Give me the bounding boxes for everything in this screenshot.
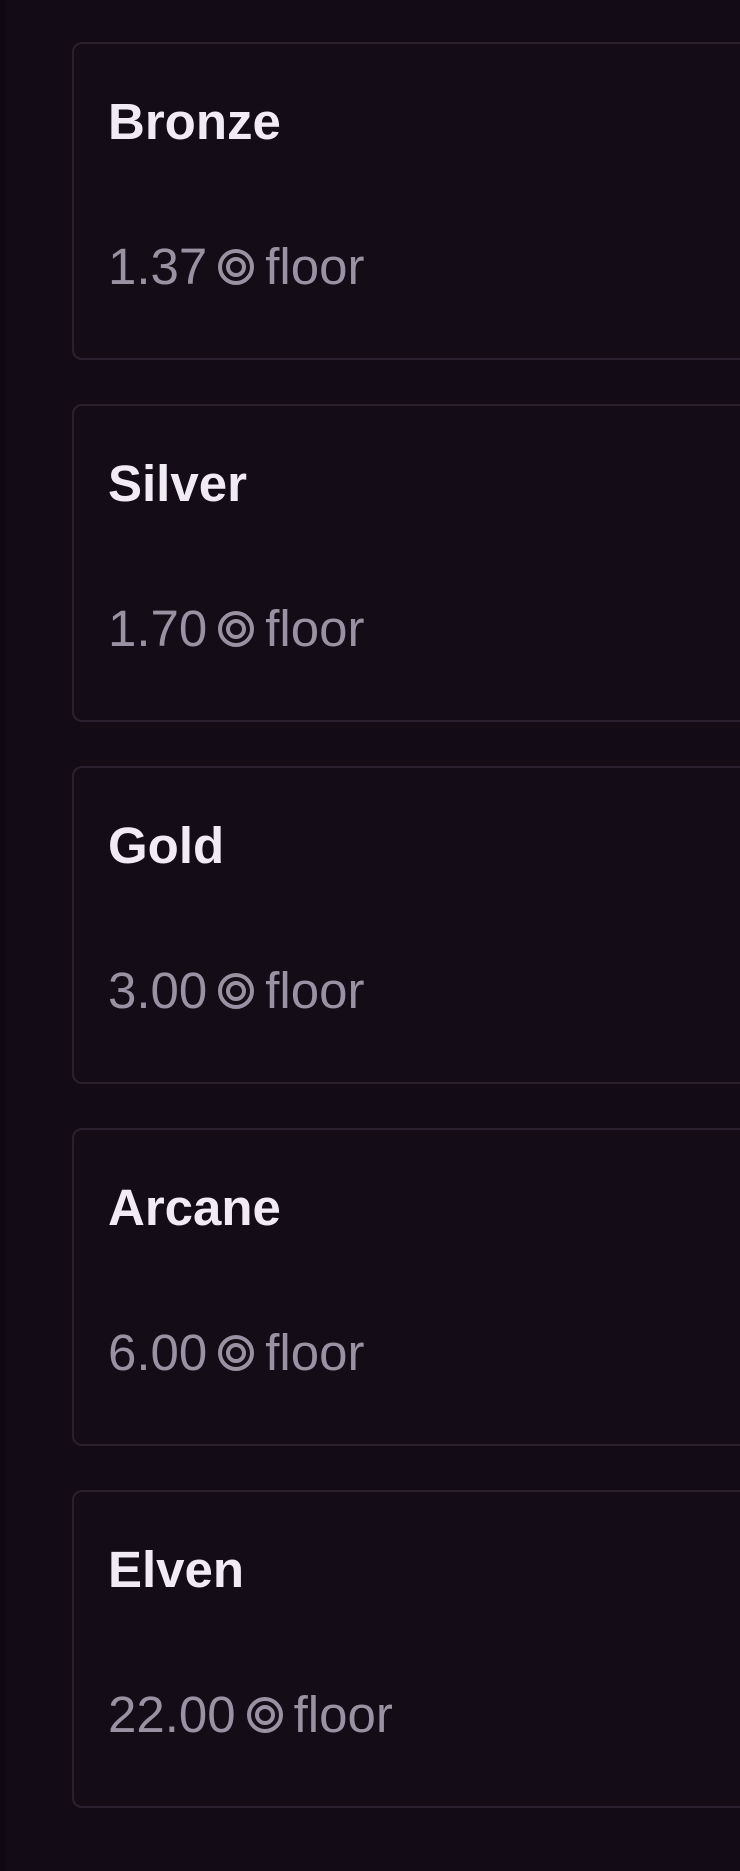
tier-list: Bronze 1.37 floor Silver 1.70 floor Gold 3… xyxy=(72,42,740,1852)
floor-label: floor xyxy=(265,600,365,657)
coin-icon xyxy=(217,1334,255,1372)
floor-value: 1.37 xyxy=(108,238,208,295)
coin-icon xyxy=(217,972,255,1010)
tier-name: Elven xyxy=(108,1541,245,1598)
left-edge-strip xyxy=(0,0,6,1871)
tier-floor-price: 1.70 floor xyxy=(108,599,364,659)
tier-name: Gold xyxy=(108,817,225,874)
tier-card-silver[interactable]: Silver 1.70 floor xyxy=(72,404,740,722)
floor-value: 6.00 xyxy=(108,1324,208,1381)
floor-label: floor xyxy=(265,1324,365,1381)
coin-icon xyxy=(246,1696,284,1734)
floor-value: 1.70 xyxy=(108,600,208,657)
tier-floor-price: 6.00 floor xyxy=(108,1323,364,1383)
floor-value: 3.00 xyxy=(108,962,208,1019)
tier-floor-price: 1.37 floor xyxy=(108,237,364,297)
tier-card-elven[interactable]: Elven 22.00 floor xyxy=(72,1490,740,1808)
tier-name: Arcane xyxy=(108,1179,281,1236)
coin-icon xyxy=(217,610,255,648)
tier-card-arcane[interactable]: Arcane 6.00 floor xyxy=(72,1128,740,1446)
coin-icon xyxy=(217,248,255,286)
tier-card-gold[interactable]: Gold 3.00 floor xyxy=(72,766,740,1084)
tier-floor-price: 22.00 floor xyxy=(108,1685,393,1745)
floor-value: 22.00 xyxy=(108,1686,236,1743)
floor-label: floor xyxy=(265,238,365,295)
tier-name: Bronze xyxy=(108,93,281,150)
tier-card-bronze[interactable]: Bronze 1.37 floor xyxy=(72,42,740,360)
tier-name: Silver xyxy=(108,455,247,512)
floor-label: floor xyxy=(265,962,365,1019)
tier-floor-price: 3.00 floor xyxy=(108,961,364,1021)
floor-label: floor xyxy=(293,1686,393,1743)
